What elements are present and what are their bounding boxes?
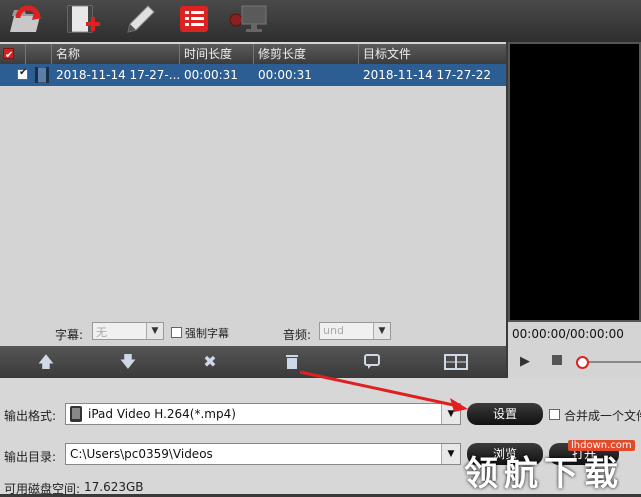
subtitle-select[interactable]: 无 ▼ [92, 322, 164, 340]
file-list-header: ✔ 名称 时间长度 修剪长度 目标文件 [0, 44, 506, 64]
free-space-label: 可用磁盘空间: [4, 482, 81, 496]
edit-icon [127, 5, 155, 33]
add-file-button[interactable] [6, 2, 46, 38]
output-dir-label: 输出目录: [4, 450, 57, 464]
edit-button[interactable] [120, 2, 160, 38]
play-icon[interactable]: ▶ [520, 354, 530, 369]
output-format-value: iPad Video H.264(*.mp4) [88, 407, 236, 421]
main-toolbar [0, 0, 641, 42]
merge-label: 合并成一个文件 [564, 409, 641, 423]
table-row[interactable]: ✔ 2018-11-14 17-27-... 00:00:31 00:00:31… [0, 64, 506, 86]
force-subtitle-checkbox[interactable] [171, 327, 182, 338]
header-checkbox-cell: ✔ [0, 44, 26, 64]
video-preview [508, 42, 641, 322]
row-checkbox[interactable]: ✔ [17, 67, 28, 80]
force-subtitle-label: 强制字幕 [185, 327, 229, 340]
settings-monitor-button[interactable] [226, 2, 267, 38]
video-file-icon [35, 67, 49, 83]
move-up-button[interactable]: 🡅 [36, 352, 56, 372]
audio-value: und [323, 324, 344, 337]
add-file-icon [10, 5, 42, 32]
row-trim-length: 00:00:31 [258, 68, 312, 82]
settings-monitor-icon [229, 5, 267, 32]
chevron-down-icon[interactable]: ▼ [146, 323, 163, 339]
arrow-up-icon: 🡅 [37, 352, 55, 371]
ipad-icon [70, 406, 82, 422]
output-dir-value: C:\Users\pc0359\Videos [70, 447, 213, 461]
subtitle-label: 字幕: [55, 328, 84, 342]
header-name[interactable]: 名称 [52, 44, 180, 64]
header-icon-cell [26, 44, 52, 64]
header-duration[interactable]: 时间长度 [180, 44, 254, 64]
row-name: 2018-11-14 17-27-... [56, 68, 180, 82]
audio-label: 音频: [283, 328, 312, 342]
stop-icon[interactable] [552, 355, 562, 365]
header-target-file[interactable]: 目标文件 [359, 44, 506, 64]
chevron-down-icon[interactable]: ▼ [441, 444, 460, 464]
watermark-text: 领航下载 [464, 454, 624, 494]
free-space-value: 17.623GB [84, 480, 144, 494]
task-list-button[interactable] [176, 2, 216, 38]
subtitle-value: 无 [96, 326, 107, 339]
file-list[interactable] [0, 42, 506, 346]
add-video-icon [67, 5, 100, 33]
merge-checkbox[interactable] [549, 409, 560, 420]
add-video-button[interactable] [64, 2, 104, 38]
move-down-button[interactable]: 🡇 [118, 352, 138, 372]
header-trim-length[interactable]: 修剪长度 [254, 44, 359, 64]
seek-handle[interactable] [576, 356, 589, 369]
annotation-arrow-icon [299, 370, 468, 412]
player-controls: ▶ [508, 346, 641, 378]
close-icon: ✖ [203, 352, 217, 371]
chevron-down-icon[interactable]: ▼ [373, 323, 390, 339]
task-list-icon [180, 6, 208, 32]
preview-time-bar: 00:00:00/00:00:00 [508, 322, 641, 346]
preview-time: 00:00:00/00:00:00 [512, 327, 624, 341]
select-all-checkbox[interactable]: ✔ [3, 48, 14, 61]
audio-select[interactable]: und ▼ [319, 322, 391, 340]
watermark: lhdown.com 领航下载 [460, 436, 641, 494]
output-dir-field[interactable]: C:\Users\pc0359\Videos ▼ [65, 443, 461, 465]
row-target-file: 2018-11-14 17-27-22 [363, 68, 492, 82]
remove-button[interactable]: ✖ [200, 352, 220, 372]
output-format-label: 输出格式: [4, 409, 57, 423]
arrow-down-icon: 🡇 [119, 352, 137, 371]
row-duration: 00:00:31 [184, 68, 238, 82]
